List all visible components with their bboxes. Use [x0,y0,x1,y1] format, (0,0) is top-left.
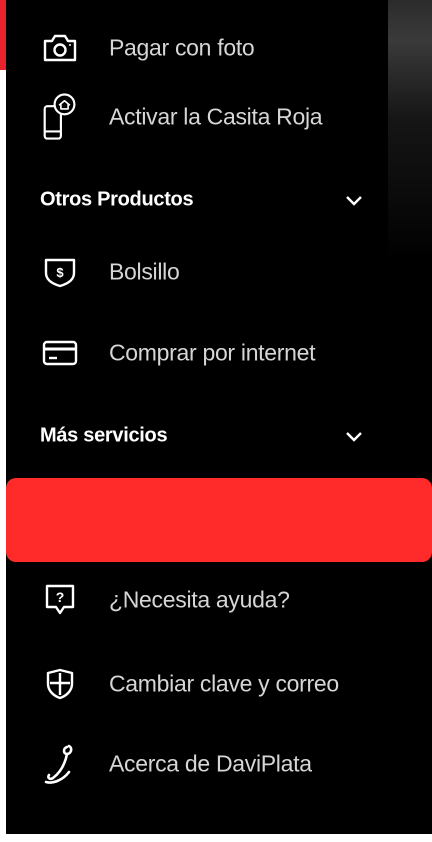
menu-item-activar-casita-roja[interactable]: Activar la Casita Roja [6,82,388,152]
menu-item-label: Comprar por internet [109,339,316,366]
pocket-shield-icon: $ [42,254,78,290]
menu-item-comprar-por-internet[interactable]: Comprar por internet [6,323,388,383]
section-mas-servicios[interactable]: Más servicios [6,414,388,458]
phone-house-icon [42,89,78,145]
svg-text:?: ? [56,589,65,605]
menu-item-label: Acerca de DaviPlata [109,750,312,777]
menu-item-label: ¿Necesita ayuda? [109,586,290,613]
daviplata-logo-icon [42,742,78,786]
navigation-drawer: Pagar con foto Activar la Casita Roja Ot… [6,0,388,834]
background-content-behind-drawer [388,0,432,834]
camera-icon [42,30,78,66]
chevron-down-icon [344,429,364,443]
section-otros-productos[interactable]: Otros Productos [6,178,388,222]
menu-item-acerca-de[interactable]: Acerca de DaviPlata [6,734,388,794]
credit-card-icon [42,335,78,371]
highlighted-red-banner[interactable] [6,478,432,562]
svg-text:$: $ [56,265,64,280]
section-title: Más servicios [40,424,168,447]
menu-item-label: Bolsillo [109,258,180,285]
menu-item-label: Pagar con foto [109,34,255,61]
help-bubble-icon: ? [42,582,78,618]
bottom-frame-edge [0,834,432,842]
menu-item-cambiar-clave[interactable]: Cambiar clave y correo [6,654,388,714]
menu-item-necesita-ayuda[interactable]: ? ¿Necesita ayuda? [6,570,388,630]
menu-item-label: Activar la Casita Roja [109,103,323,130]
menu-item-bolsillo[interactable]: $ Bolsillo [6,242,388,302]
section-title: Otros Productos [40,188,194,211]
menu-item-label: Cambiar clave y correo [109,670,339,697]
chevron-down-icon [344,193,364,207]
menu-item-pagar-con-foto[interactable]: Pagar con foto [6,18,388,78]
shield-icon [42,666,78,702]
